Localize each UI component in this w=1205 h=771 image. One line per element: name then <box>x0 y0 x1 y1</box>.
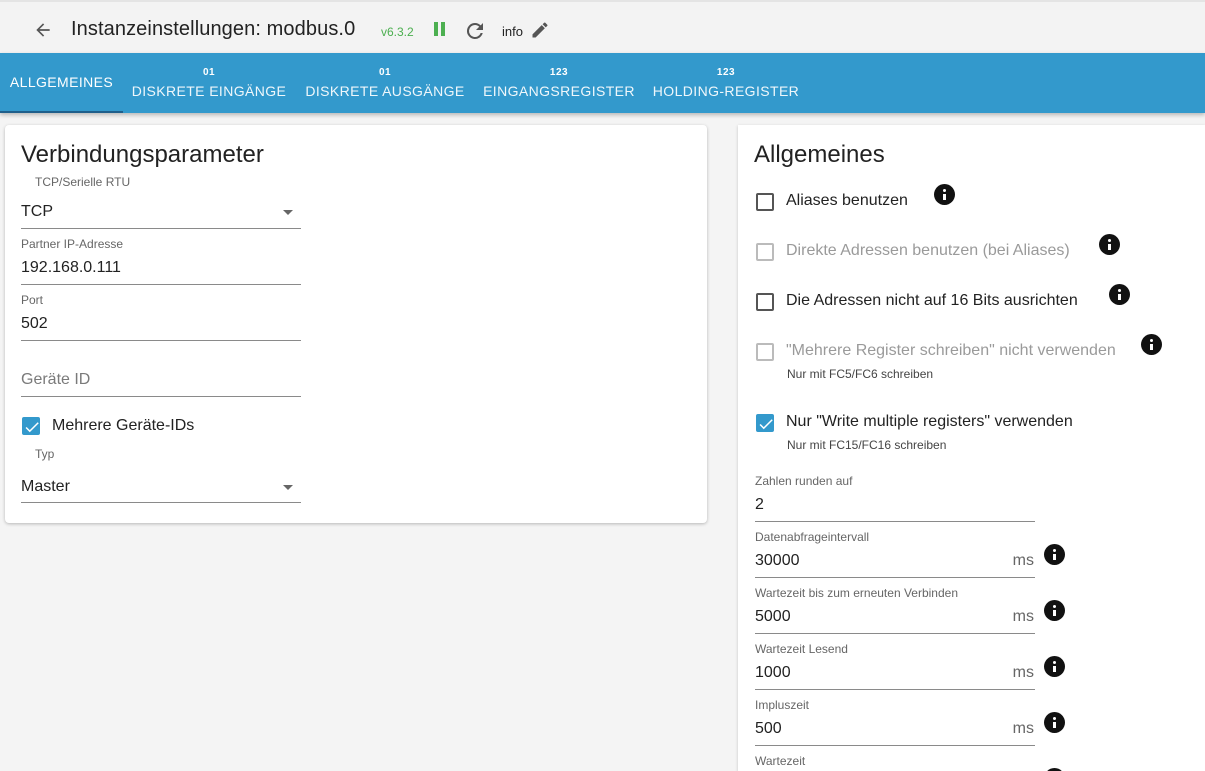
field-underline <box>21 340 301 341</box>
reload-icon[interactable] <box>463 19 487 43</box>
type-label: Typ <box>35 447 55 461</box>
tab-label: ALLGEMEINES <box>9 74 114 90</box>
info-icon[interactable] <box>1141 334 1162 355</box>
info-icon[interactable] <box>1044 712 1065 733</box>
loglevel-label: info <box>502 24 523 39</box>
pause-icon[interactable] <box>430 20 450 40</box>
only-multiple-label: Nur "Write multiple registers" verwenden <box>786 413 1073 430</box>
read-timeout-field[interactable]: Wartezeit Lesend 1000 ms <box>755 642 1035 690</box>
tab-discrete-outputs[interactable]: 01 DISKRETE AUSGÄNGE <box>304 53 466 113</box>
info-icon[interactable] <box>1109 284 1130 305</box>
ip-label: Partner IP-Adresse <box>21 237 124 251</box>
pulse-field[interactable]: Impluszeit 500 ms <box>755 698 1035 746</box>
port-label: Port <box>21 293 44 307</box>
dropdown-caret-icon <box>283 210 293 215</box>
tab-label: DISKRETE EINGÄNGE <box>131 83 287 99</box>
back-arrow-icon[interactable] <box>29 16 57 44</box>
field-underline <box>21 502 301 503</box>
field-underline <box>21 228 301 229</box>
no-align-label: Die Adressen nicht auf 16 Bits ausrichte… <box>786 292 1078 309</box>
binary-icon: 01 <box>378 67 392 78</box>
page-title: Instanzeinstellungen: modbus.0 <box>71 18 356 40</box>
tab-label: EINGANGSREGISTER <box>483 83 635 99</box>
app-header: Instanzeinstellungen: modbus.0 v6.3.2 in… <box>0 0 1205 53</box>
info-icon[interactable] <box>1044 656 1065 677</box>
unit-label: ms <box>1012 664 1034 681</box>
no-multiple-help: Nur mit FC5/FC6 schreiben <box>787 367 934 381</box>
unit-label: ms <box>1012 720 1034 737</box>
unit-label: ms <box>1012 608 1034 625</box>
tab-input-registers[interactable]: 123 EINGANGSREGISTER <box>482 53 636 113</box>
tab-general[interactable]: ALLGEMEINES <box>0 53 123 113</box>
tab-label: HOLDING-REGISTER <box>652 83 800 99</box>
device-id-placeholder: Geräte ID <box>21 371 91 388</box>
wait-field[interactable]: Wartezeit <box>755 754 1035 771</box>
unit-label: ms <box>1012 552 1034 569</box>
mode-select[interactable]: TCP/Serielle RTU TCP <box>21 173 301 229</box>
tab-bar: ALLGEMEINES 01 DISKRETE EINGÄNGE 01 DISK… <box>0 53 1205 113</box>
field-underline <box>755 633 1035 634</box>
numeric-icon: 123 <box>549 67 569 78</box>
type-value: Master <box>21 478 70 495</box>
dropdown-caret-icon <box>283 485 293 490</box>
multi-ids-label: Mehrere Geräte-IDs <box>52 417 195 434</box>
read-timeout-value: 1000 <box>755 664 791 681</box>
active-tab-indicator <box>0 111 123 113</box>
field-underline <box>21 284 301 285</box>
only-multiple-checkbox[interactable] <box>756 414 774 432</box>
general-panel: Allgemeines Aliases benutzen Direkte Adr… <box>738 125 1205 771</box>
round-label: Zahlen runden auf <box>755 474 853 488</box>
ip-field[interactable]: Partner IP-Adresse 192.168.0.111 <box>21 237 301 285</box>
checkmark-icon <box>759 419 773 430</box>
read-timeout-label: Wartezeit Lesend <box>755 642 848 656</box>
field-underline <box>755 689 1035 690</box>
connection-card: Verbindungsparameter TCP/Serielle RTU TC… <box>5 125 707 523</box>
tab-holding-registers[interactable]: 123 HOLDING-REGISTER <box>652 53 800 113</box>
port-field[interactable]: Port 502 <box>21 293 301 341</box>
mode-label: TCP/Serielle RTU <box>35 175 131 189</box>
mode-value: TCP <box>21 203 53 220</box>
connection-title: Verbindungsparameter <box>21 141 264 168</box>
general-title: Allgemeines <box>754 141 885 168</box>
direct-addresses-checkbox[interactable] <box>756 243 774 261</box>
info-icon[interactable] <box>934 184 955 205</box>
port-value: 502 <box>21 315 48 332</box>
numeric-icon: 123 <box>716 67 736 78</box>
checkmark-icon <box>25 422 39 433</box>
reconnect-label: Wartezeit bis zum erneuten Verbinden <box>755 586 958 600</box>
poll-label: Datenabfrageintervall <box>755 530 870 544</box>
reconnect-value: 5000 <box>755 608 791 625</box>
pulse-value: 500 <box>755 720 782 737</box>
field-underline <box>755 745 1035 746</box>
info-icon[interactable] <box>1044 600 1065 621</box>
pulse-label: Impluszeit <box>755 698 810 712</box>
field-underline <box>755 577 1035 578</box>
poll-interval-field[interactable]: Datenabfrageintervall 30000 ms <box>755 530 1035 578</box>
binary-icon: 01 <box>202 67 216 78</box>
reconnect-field[interactable]: Wartezeit bis zum erneuten Verbinden 500… <box>755 586 1035 634</box>
type-select[interactable]: Typ Master <box>21 447 301 503</box>
field-underline <box>755 521 1035 522</box>
only-multiple-help: Nur mit FC15/FC16 schreiben <box>787 438 947 452</box>
info-icon[interactable] <box>1044 544 1065 565</box>
poll-value: 30000 <box>755 552 800 569</box>
round-field[interactable]: Zahlen runden auf 2 <box>755 474 1035 522</box>
aliases-label: Aliases benutzen <box>786 192 908 209</box>
version-label: v6.3.2 <box>381 25 414 39</box>
no-multiple-label: "Mehrere Register schreiben" nicht verwe… <box>786 342 1116 359</box>
field-underline <box>21 396 301 397</box>
wait-label: Wartezeit <box>755 754 806 768</box>
multi-ids-checkbox[interactable] <box>22 417 40 435</box>
device-id-field[interactable]: Geräte ID <box>21 349 301 397</box>
aliases-checkbox[interactable] <box>756 193 774 211</box>
tab-discrete-inputs[interactable]: 01 DISKRETE EINGÄNGE <box>129 53 289 113</box>
ip-value: 192.168.0.111 <box>21 259 121 276</box>
edit-pencil-icon[interactable] <box>530 20 550 40</box>
no-align-checkbox[interactable] <box>756 293 774 311</box>
tab-label: DISKRETE AUSGÄNGE <box>305 83 465 99</box>
direct-addresses-label: Direkte Adressen benutzen (bei Aliases) <box>786 242 1070 259</box>
info-icon[interactable] <box>1099 234 1120 255</box>
round-value: 2 <box>755 496 764 513</box>
no-multiple-checkbox[interactable] <box>756 343 774 361</box>
